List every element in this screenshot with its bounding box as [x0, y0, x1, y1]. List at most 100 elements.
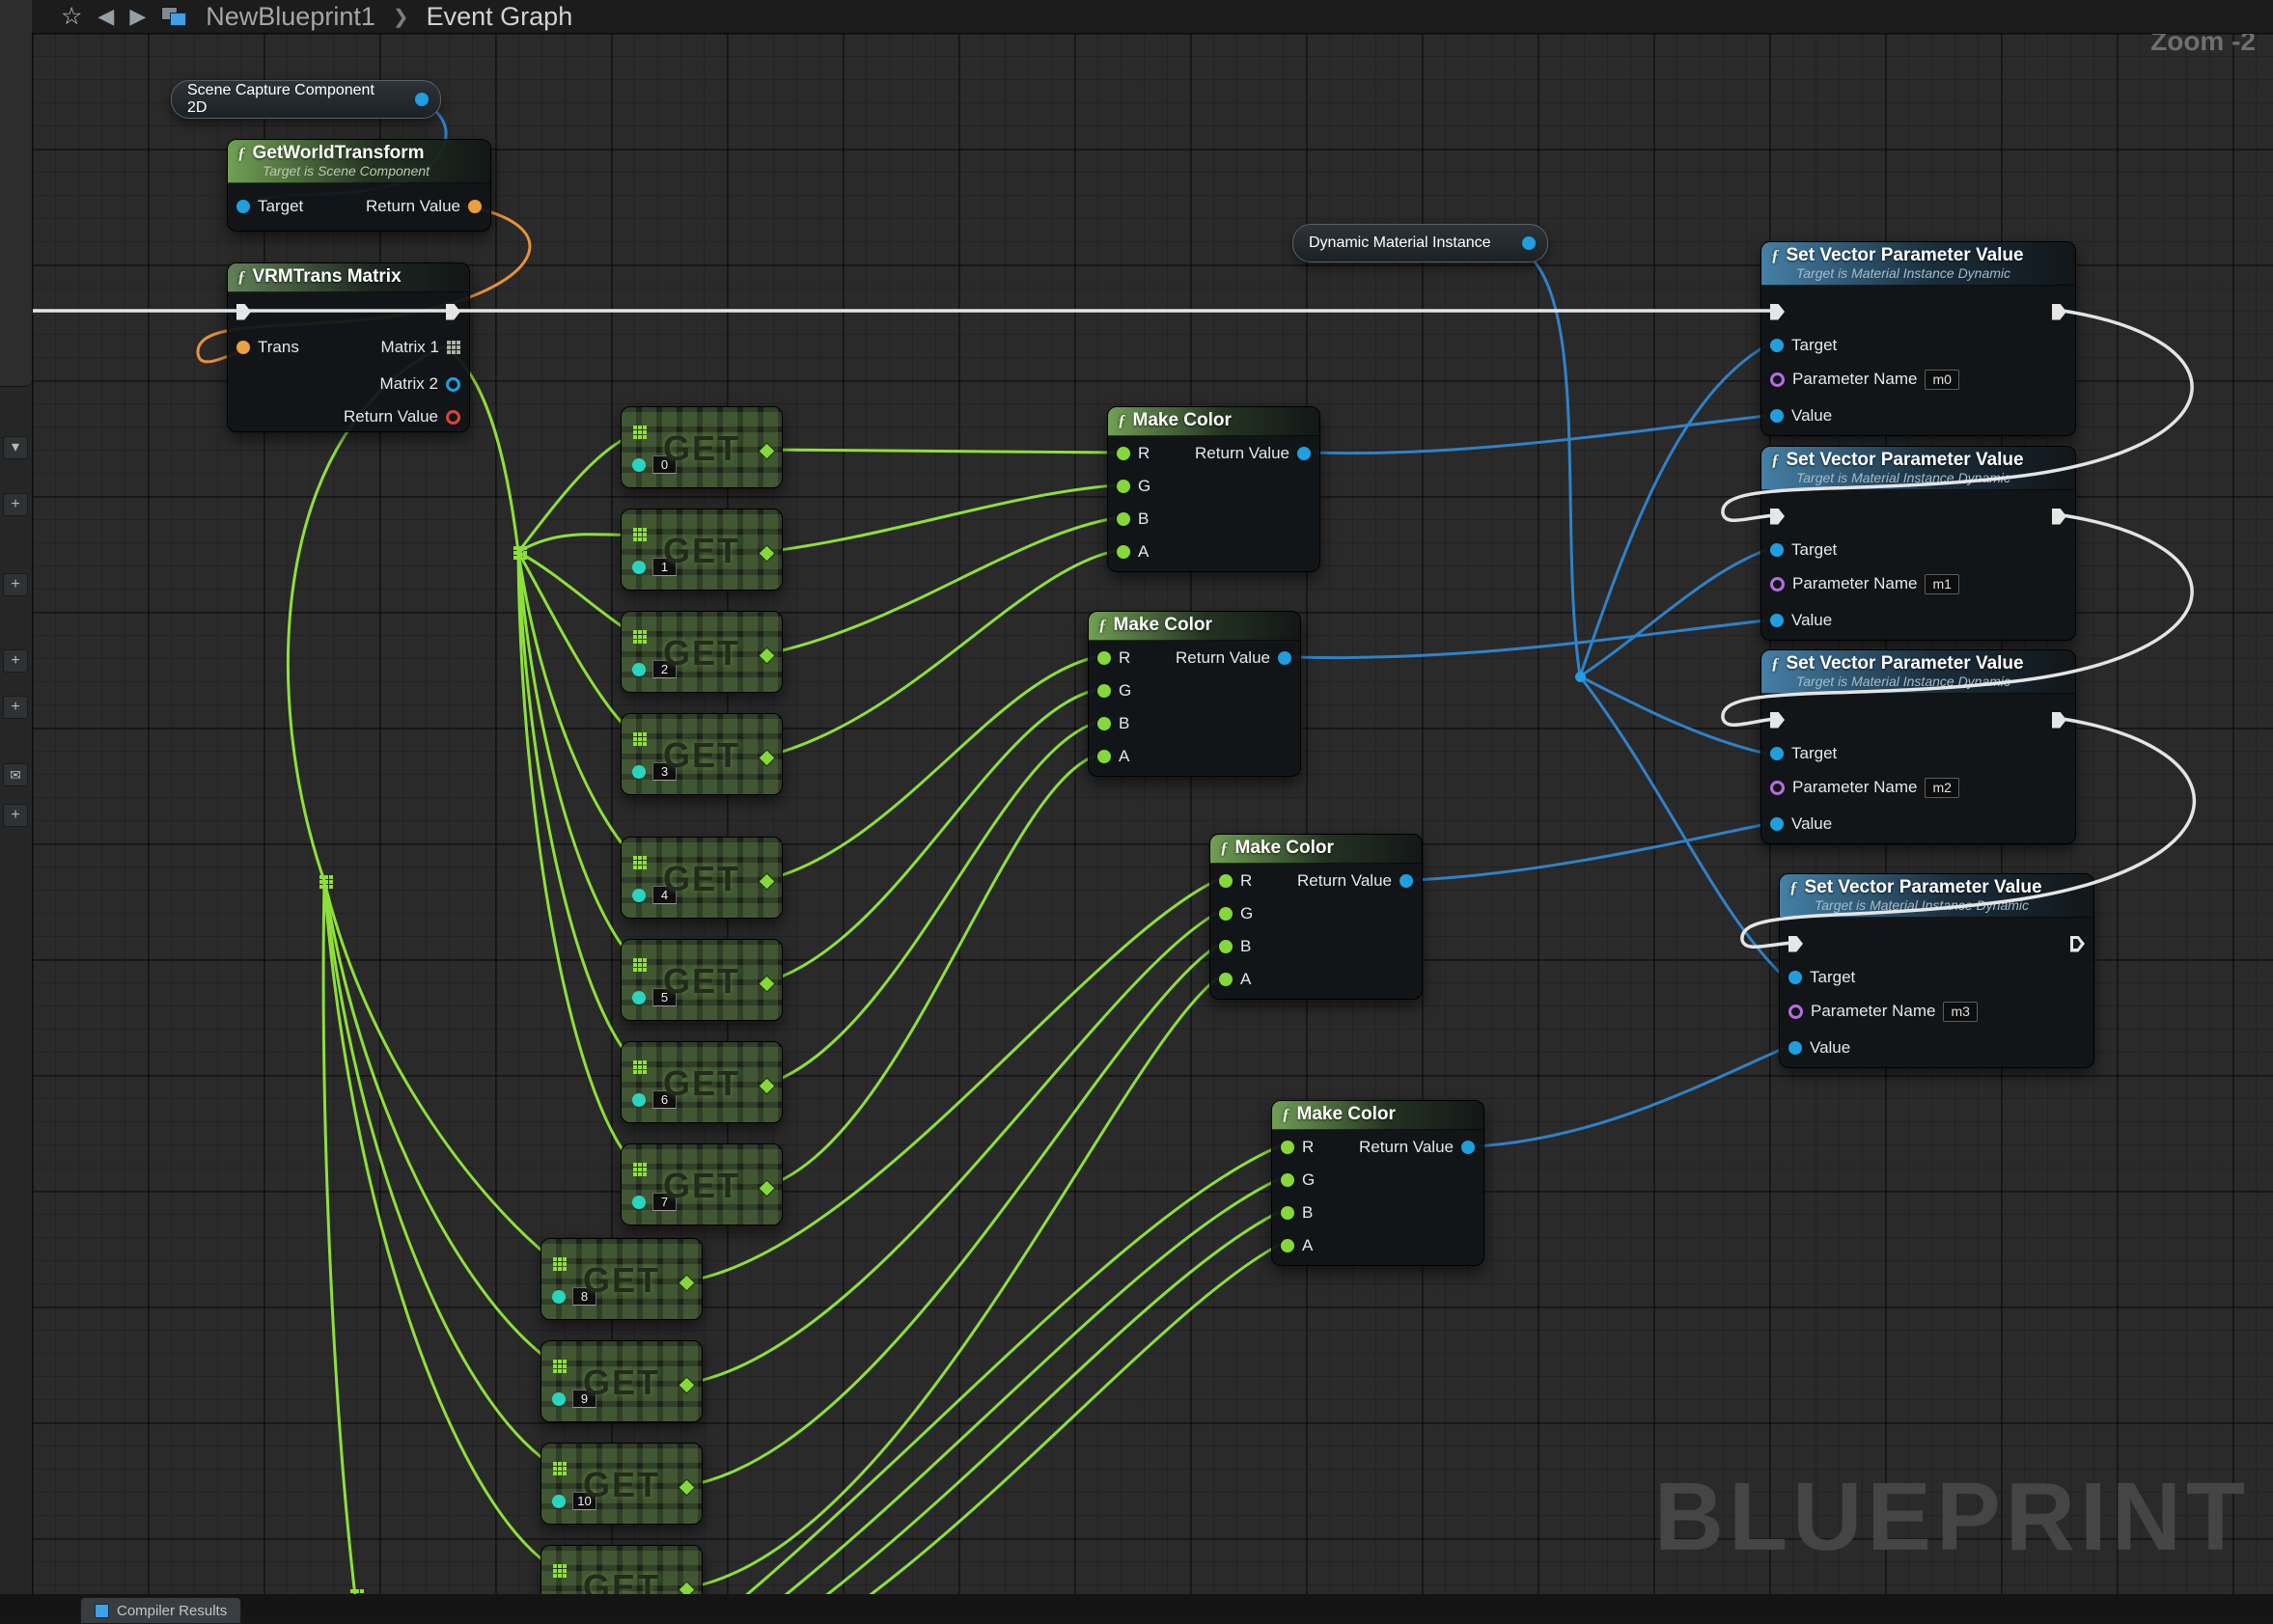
- array-input-pin[interactable]: [633, 528, 637, 532]
- parameter-name-input-pin[interactable]: [1770, 781, 1785, 795]
- value-input-pin[interactable]: [1770, 817, 1784, 831]
- exec-output-pin[interactable]: [2052, 304, 2066, 320]
- exec-input-pin[interactable]: [1770, 712, 1785, 729]
- element-output-pin[interactable]: [758, 1179, 775, 1197]
- array-input-pin[interactable]: [633, 630, 637, 634]
- forward-icon[interactable]: ▶: [129, 2, 146, 31]
- array-input-pin[interactable]: [633, 1163, 637, 1167]
- g-input-pin[interactable]: [1097, 684, 1111, 698]
- exec-output-pin[interactable]: [2070, 936, 2085, 952]
- node-set-vector-parameter[interactable]: ƒ Set Vector Parameter Value Target is M…: [1760, 446, 2076, 641]
- breadcrumb-root[interactable]: NewBlueprint1: [206, 2, 375, 32]
- node-get-world-transform[interactable]: ƒ GetWorldTransform Target is Scene Comp…: [227, 139, 491, 232]
- a-input-pin[interactable]: [1219, 973, 1233, 986]
- array-get-node[interactable]: 5 GET: [621, 939, 783, 1021]
- value-input-pin[interactable]: [1788, 1041, 1802, 1055]
- variable-node-scene-capture[interactable]: Scene Capture Component 2D: [171, 80, 441, 119]
- array-get-node[interactable]: 3 GET: [621, 713, 783, 795]
- value-input-pin[interactable]: [1770, 614, 1784, 627]
- g-input-pin[interactable]: [1219, 907, 1233, 921]
- b-input-pin[interactable]: [1281, 1206, 1294, 1220]
- element-output-pin[interactable]: [758, 975, 775, 992]
- node-header[interactable]: ƒ Set Vector Parameter Value Target is M…: [1780, 874, 2093, 918]
- index-input-pin[interactable]: [632, 765, 646, 779]
- element-output-pin[interactable]: [678, 1581, 695, 1594]
- reroute-node[interactable]: [319, 875, 323, 879]
- index-value[interactable]: 6: [652, 1090, 677, 1109]
- index-value[interactable]: 10: [572, 1492, 596, 1510]
- element-output-pin[interactable]: [758, 442, 775, 459]
- object-output-pin[interactable]: [1522, 236, 1536, 250]
- trans-input-pin[interactable]: [236, 341, 250, 354]
- matrix1-output-pin[interactable]: [447, 341, 451, 344]
- index-input-pin[interactable]: [552, 1495, 566, 1508]
- array-input-pin[interactable]: [553, 1564, 557, 1568]
- index-value[interactable]: 1: [652, 558, 677, 576]
- return-output-pin[interactable]: [446, 410, 460, 425]
- index-input-pin[interactable]: [552, 1290, 566, 1304]
- target-input-pin[interactable]: [1770, 747, 1784, 760]
- node-header[interactable]: ƒ Set Vector Parameter Value Target is M…: [1761, 447, 2075, 490]
- g-input-pin[interactable]: [1281, 1173, 1294, 1187]
- index-value[interactable]: 8: [572, 1287, 596, 1306]
- chevron-down-icon[interactable]: ▾: [3, 436, 28, 459]
- index-input-pin[interactable]: [632, 1093, 646, 1107]
- node-set-vector-parameter[interactable]: ƒ Set Vector Parameter Value Target is M…: [1760, 649, 2076, 844]
- node-header[interactable]: ƒ Set Vector Parameter Value Target is M…: [1761, 650, 2075, 694]
- index-input-pin[interactable]: [632, 889, 646, 902]
- parameter-name-input-pin[interactable]: [1788, 1005, 1803, 1019]
- index-value[interactable]: 9: [572, 1390, 596, 1408]
- r-input-pin[interactable]: [1097, 651, 1111, 665]
- array-input-pin[interactable]: [633, 856, 637, 860]
- index-input-pin[interactable]: [632, 458, 646, 472]
- r-input-pin[interactable]: [1281, 1141, 1294, 1154]
- array-input-pin[interactable]: [633, 732, 637, 736]
- back-icon[interactable]: ◀: [97, 2, 114, 31]
- array-get-node[interactable]: 4 GET: [621, 837, 783, 919]
- node-make-color[interactable]: ƒ Make Color R Return Value G B A: [1088, 611, 1301, 777]
- element-output-pin[interactable]: [678, 1376, 695, 1393]
- exec-output-pin[interactable]: [446, 304, 460, 320]
- matrix2-output-pin[interactable]: [446, 377, 460, 392]
- return-output-pin[interactable]: [1297, 447, 1311, 460]
- array-get-node[interactable]: 11 GET: [541, 1545, 703, 1594]
- r-input-pin[interactable]: [1219, 874, 1233, 888]
- favorite-star-icon[interactable]: ☆: [61, 2, 82, 31]
- element-output-pin[interactable]: [758, 749, 775, 766]
- index-input-pin[interactable]: [632, 561, 646, 574]
- compiler-results-tab[interactable]: Compiler Results: [80, 1597, 241, 1624]
- parameter-name-field[interactable]: m1: [1925, 574, 1958, 594]
- variable-node-dynamic-material[interactable]: Dynamic Material Instance: [1292, 224, 1548, 262]
- exec-input-pin[interactable]: [1770, 509, 1785, 525]
- array-get-node[interactable]: 0 GET: [621, 406, 783, 488]
- node-vrmtrans-matrix[interactable]: ƒ VRMTrans Matrix Trans Matrix 1 Matrix …: [227, 262, 470, 432]
- exec-input-pin[interactable]: [1788, 936, 1803, 952]
- node-make-color[interactable]: ƒ Make Color R Return Value G B A: [1209, 834, 1423, 1000]
- node-make-color[interactable]: ƒ Make Color R Return Value G B A: [1107, 406, 1320, 572]
- add-button[interactable]: +: [3, 493, 28, 516]
- node-header[interactable]: ƒ Make Color: [1272, 1101, 1483, 1130]
- r-input-pin[interactable]: [1117, 447, 1130, 460]
- exec-output-pin[interactable]: [2052, 509, 2066, 525]
- target-input-pin[interactable]: [1770, 339, 1784, 352]
- a-input-pin[interactable]: [1097, 750, 1111, 763]
- node-header[interactable]: ƒ VRMTrans Matrix: [228, 263, 469, 292]
- node-set-vector-parameter[interactable]: ƒ Set Vector Parameter Value Target is M…: [1779, 873, 2094, 1068]
- array-get-node[interactable]: 10 GET: [541, 1443, 703, 1525]
- array-get-node[interactable]: 1 GET: [621, 509, 783, 591]
- index-input-pin[interactable]: [632, 1196, 646, 1209]
- a-input-pin[interactable]: [1281, 1239, 1294, 1252]
- envelope-icon[interactable]: ✉: [3, 763, 28, 786]
- node-header[interactable]: ƒ Make Color: [1089, 612, 1300, 641]
- element-output-pin[interactable]: [758, 872, 775, 890]
- index-input-pin[interactable]: [552, 1392, 566, 1406]
- index-value[interactable]: 3: [652, 762, 677, 781]
- array-input-pin[interactable]: [553, 1360, 557, 1363]
- target-input-pin[interactable]: [236, 200, 250, 213]
- b-input-pin[interactable]: [1219, 940, 1233, 953]
- index-value[interactable]: 4: [652, 886, 677, 904]
- return-output-pin[interactable]: [1400, 874, 1413, 888]
- index-value[interactable]: 5: [652, 988, 677, 1006]
- node-make-color[interactable]: ƒ Make Color R Return Value G B A: [1271, 1100, 1484, 1266]
- object-output-pin[interactable]: [415, 93, 429, 106]
